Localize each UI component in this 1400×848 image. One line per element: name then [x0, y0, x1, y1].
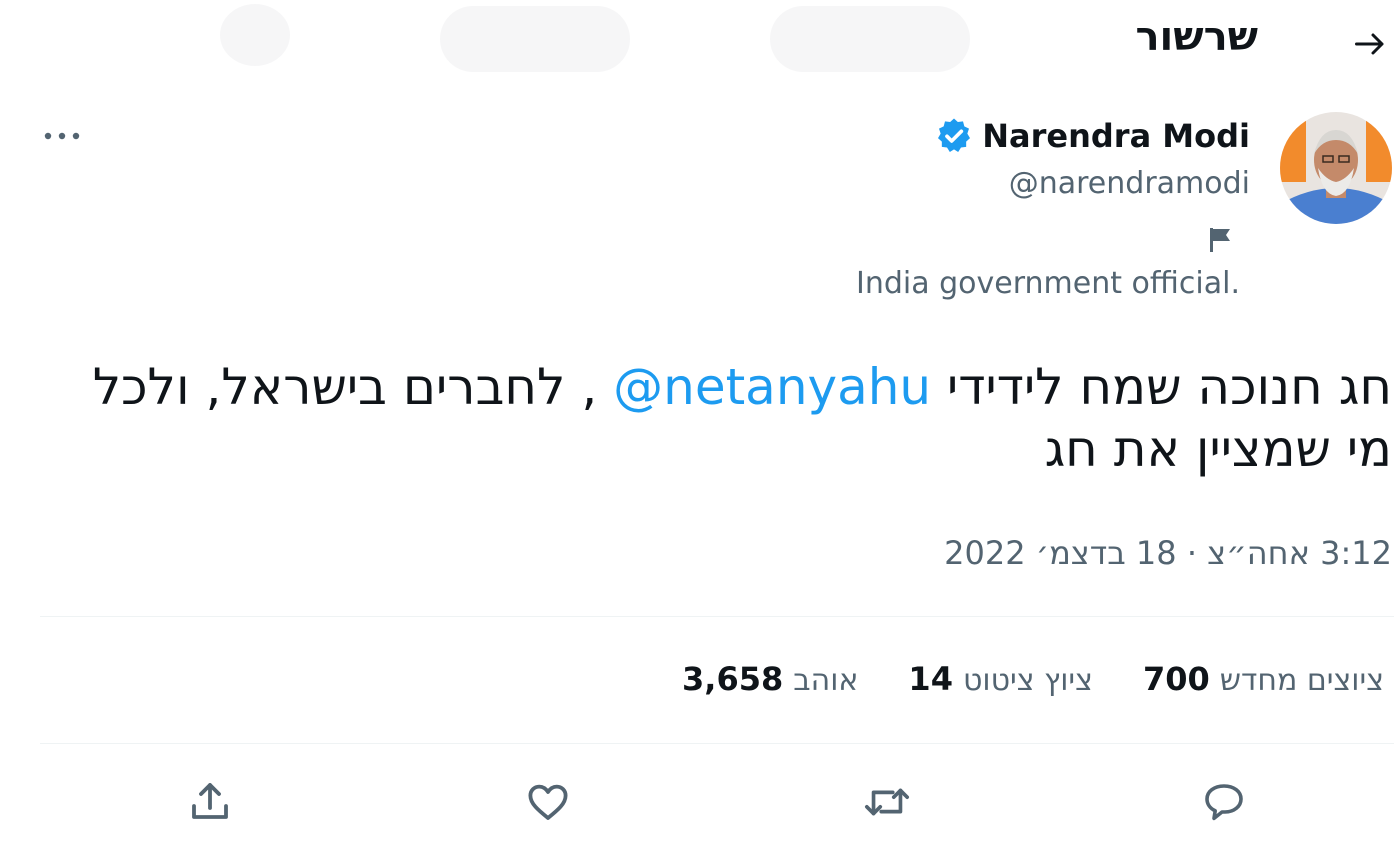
arrow-icon: [1355, 33, 1384, 55]
quotes-stat[interactable]: ציוץ ציטוט 14: [908, 660, 1093, 698]
mention-link[interactable]: @netanyahu: [613, 358, 931, 416]
tweet-text: חג חנוכה שמח לידידי @netanyahu , לחברים …: [32, 356, 1392, 480]
retweets-count: 700: [1142, 660, 1210, 698]
more-icon: [44, 132, 80, 140]
tweet-timestamp[interactable]: 3:12 אחה״צ · 18 בדצמ׳ 2022: [944, 534, 1392, 572]
likes-stat[interactable]: אוהב 3,658: [682, 660, 858, 698]
back-button[interactable]: [1348, 22, 1392, 66]
retweet-icon: [864, 788, 910, 816]
quotes-label: ציוץ ציטוט: [962, 663, 1093, 698]
tweet-text-part: חג חנוכה שמח לידידי: [931, 358, 1392, 416]
quotes-count: 14: [908, 660, 953, 698]
like-button[interactable]: [516, 770, 580, 834]
likes-count: 3,658: [682, 660, 784, 698]
author-name[interactable]: Narendra Modi: [982, 117, 1250, 155]
retweet-button[interactable]: [855, 770, 919, 834]
author-handle[interactable]: @narendramodi: [1009, 166, 1250, 201]
reply-icon: [1205, 784, 1243, 821]
share-icon: [192, 783, 228, 819]
tweet-thread-page: שרשור Narendra Modi @narendramodi India …: [0, 0, 1400, 848]
share-button[interactable]: [178, 770, 242, 834]
stats-row: אוהב 3,658 ציוץ ציטוט 14 ציוצים מחדש 700: [682, 660, 1384, 698]
heart-icon: [528, 784, 568, 820]
verified-badge-icon: [938, 118, 971, 152]
divider: [40, 616, 1394, 617]
retweets-stat[interactable]: ציוצים מחדש 700: [1143, 660, 1384, 698]
flag-icon: [1210, 228, 1230, 252]
top-fade-overlay: [0, 0, 1000, 90]
likes-label: אוהב: [793, 663, 859, 698]
avatar[interactable]: [1280, 112, 1392, 224]
retweets-label: ציוצים מחדש: [1219, 663, 1384, 698]
affiliation-label[interactable]: India government official.: [856, 266, 1240, 301]
reply-button[interactable]: [1192, 770, 1256, 834]
page-title: שרשור: [1135, 14, 1258, 60]
more-button[interactable]: [40, 116, 84, 156]
author-name-row[interactable]: Narendra Modi: [934, 116, 1250, 156]
divider: [40, 743, 1394, 744]
